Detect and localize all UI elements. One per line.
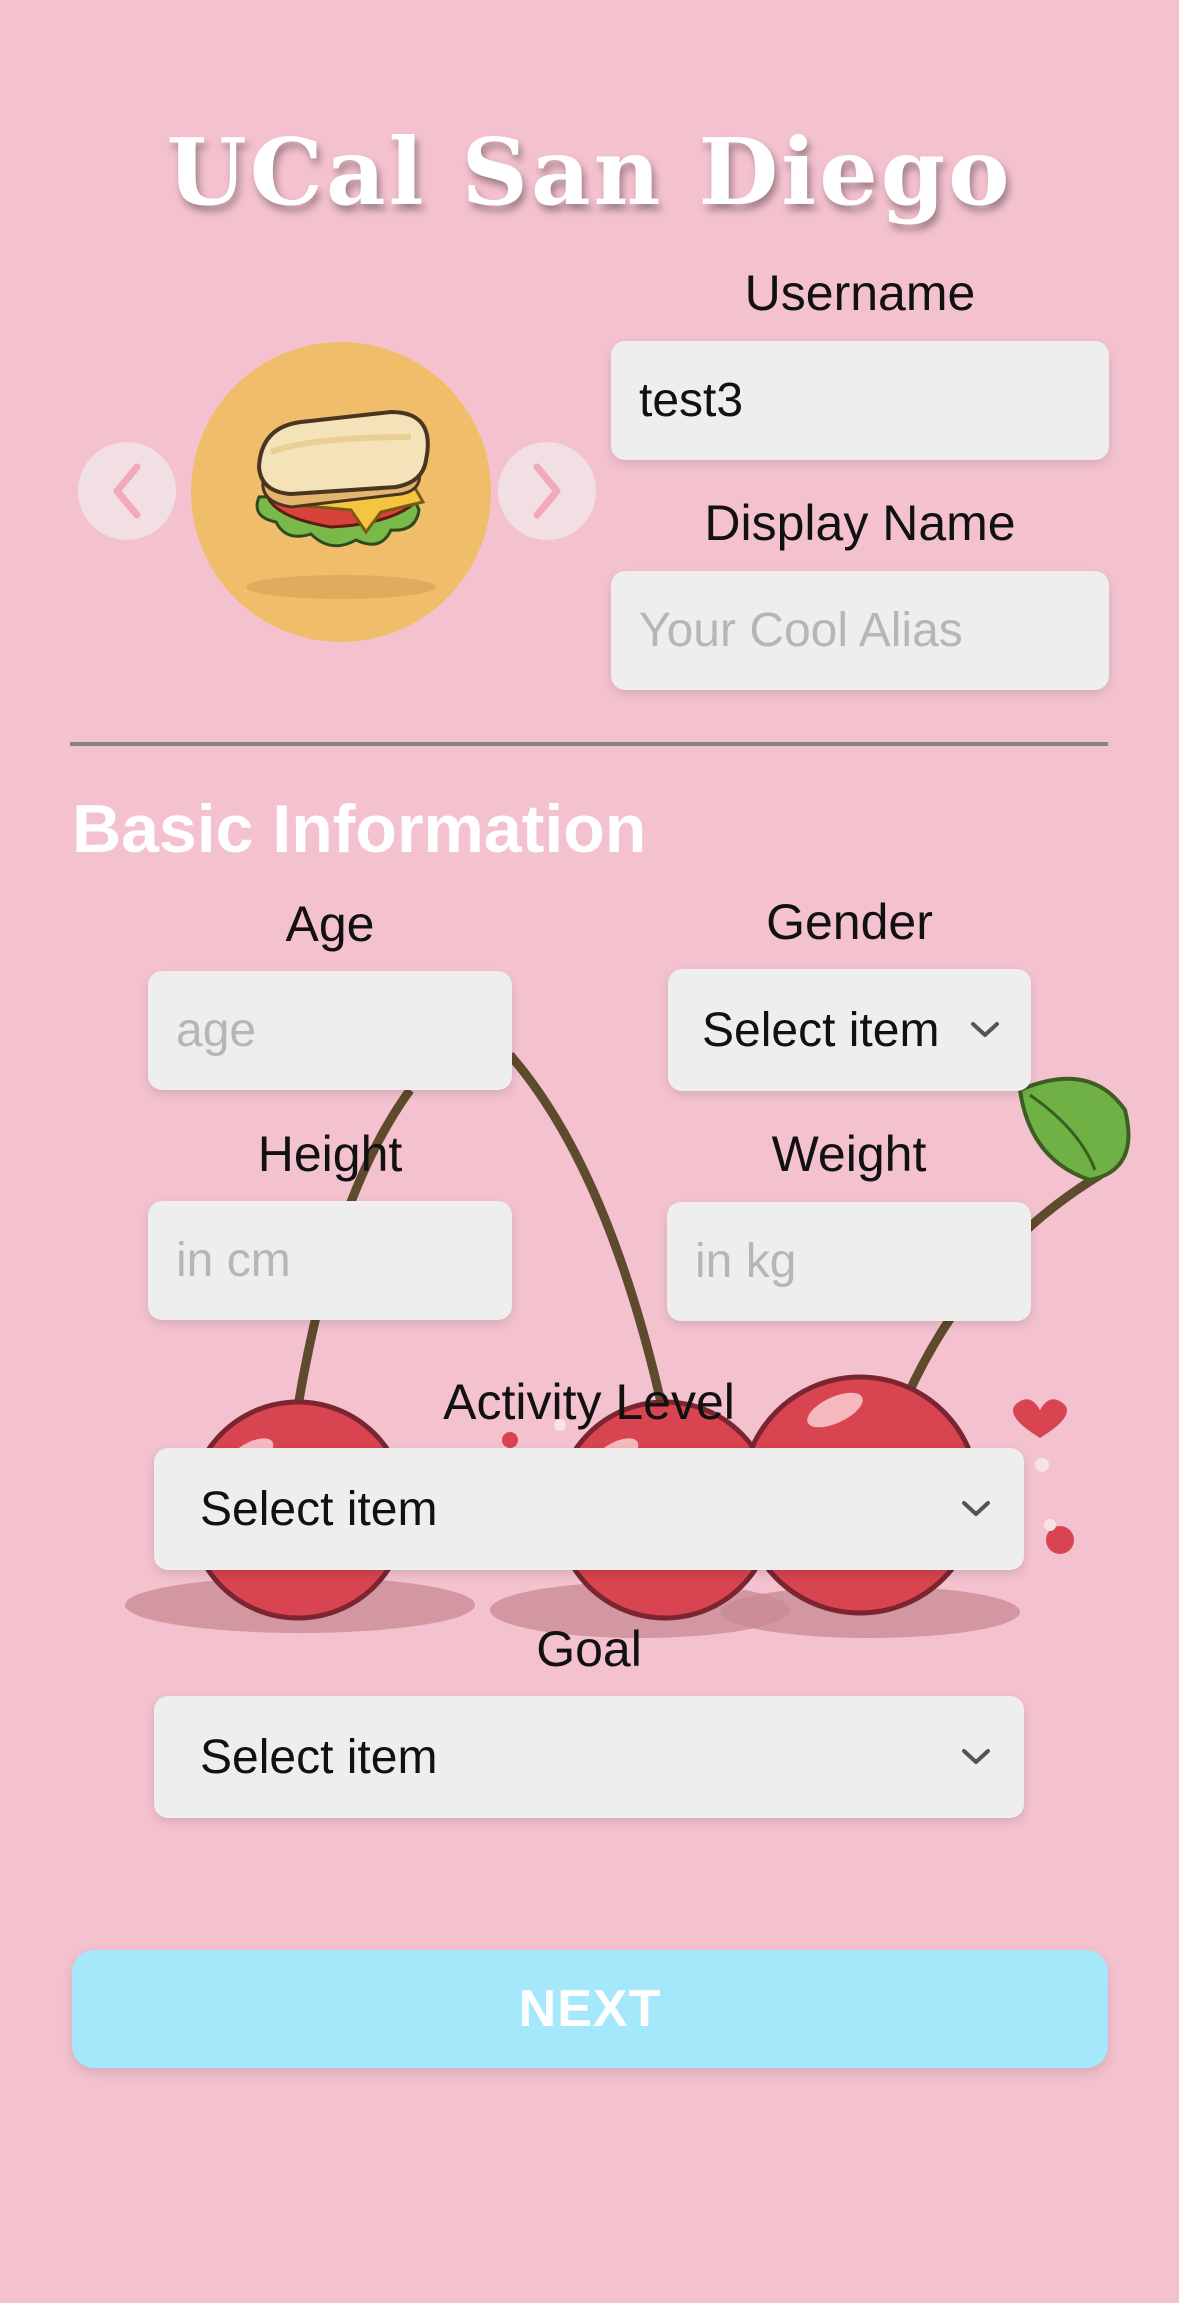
chevron-right-icon [533,463,561,519]
chevron-down-icon [965,1010,1005,1050]
section-title-basic-information: Basic Information [72,791,647,867]
weight-placeholder: in kg [695,1235,797,1288]
gender-select[interactable]: Select item [668,969,1031,1091]
chevron-down-icon [956,1737,996,1777]
age-input[interactable]: age [148,971,512,1090]
avatar-prev-button[interactable] [78,442,176,540]
avatar [191,342,491,642]
weight-label: Weight [771,1126,927,1182]
age-label: Age [285,896,375,952]
section-divider [70,742,1108,746]
goal-select-value: Select item [200,1730,438,1784]
age-placeholder: age [176,1004,257,1057]
gender-select-value: Select item [702,1003,940,1057]
next-button-label: NEXT [518,1980,662,2038]
app-title: UCal San Diego [166,118,1013,226]
sandwich-icon [246,409,436,599]
username-label: Username [744,265,976,321]
chevron-down-icon [956,1489,996,1529]
activity-level-label: Activity Level [443,1374,735,1430]
height-label: Height [257,1126,403,1182]
avatar-next-button[interactable] [498,442,596,540]
username-value: test3 [639,374,744,427]
display-name-label: Display Name [704,495,1016,551]
username-input[interactable]: test3 [611,341,1109,460]
next-button[interactable]: NEXT [72,1950,1108,2068]
activity-level-select[interactable]: Select item [154,1448,1024,1570]
display-name-input[interactable]: Your Cool Alias [611,571,1109,690]
weight-input[interactable]: in kg [667,1202,1031,1321]
goal-select[interactable]: Select item [154,1696,1024,1818]
goal-label: Goal [536,1621,642,1677]
height-placeholder: in cm [176,1234,291,1287]
gender-label: Gender [766,894,933,950]
chevron-left-icon [113,463,141,519]
display-name-placeholder: Your Cool Alias [639,604,963,657]
activity-level-select-value: Select item [200,1482,438,1536]
height-input[interactable]: in cm [148,1201,512,1320]
